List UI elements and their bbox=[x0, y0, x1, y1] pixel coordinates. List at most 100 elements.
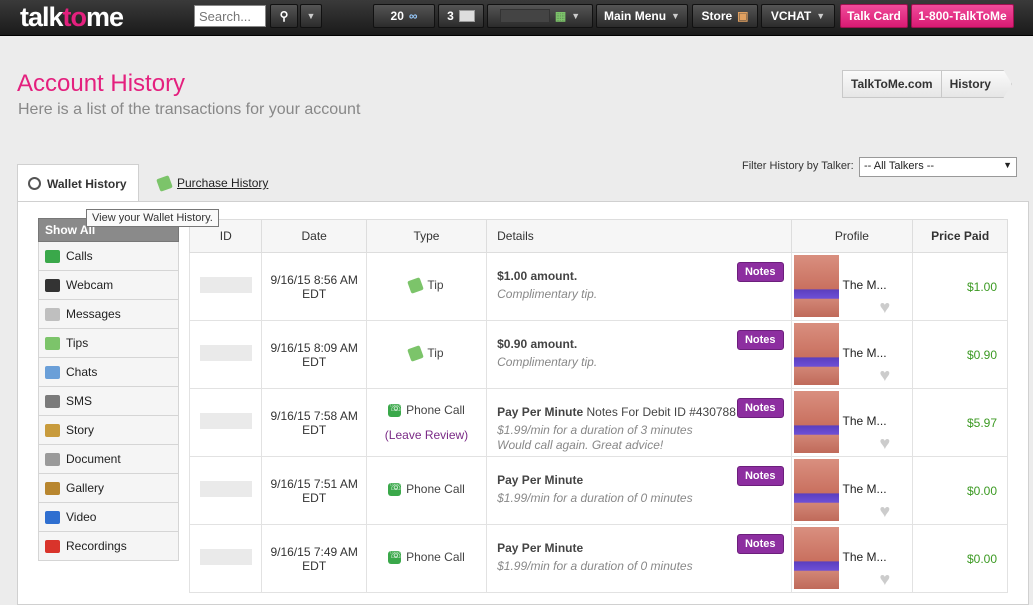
sidebar-item-calls[interactable]: Calls bbox=[38, 242, 179, 271]
tab-wallet-label: Wallet History bbox=[47, 176, 127, 191]
sidebar-item-tips[interactable]: Tips bbox=[38, 329, 179, 358]
envelope-icon bbox=[45, 307, 60, 321]
profile-name[interactable]: The M... bbox=[843, 278, 887, 292]
profile-thumbnail[interactable] bbox=[793, 323, 839, 385]
notes-button[interactable]: Notes bbox=[736, 466, 784, 486]
sidebar-item-story[interactable]: Story bbox=[38, 416, 179, 445]
breadcrumb-home[interactable]: TalkToMe.com bbox=[842, 70, 942, 98]
sidebar-item-chats[interactable]: Chats bbox=[38, 358, 179, 387]
price-paid: $0.90 bbox=[966, 347, 997, 362]
detail-title-extra: Notes For Debit ID #430788 bbox=[583, 405, 736, 419]
heart-icon[interactable]: ♥ bbox=[880, 297, 891, 318]
details-cell: Pay Per Minute $1.99/min for a duration o… bbox=[486, 524, 792, 593]
vchat-button[interactable]: VCHAT ▼ bbox=[761, 4, 835, 28]
profile-cell: The M... ♥ bbox=[790, 456, 914, 525]
document-icon bbox=[45, 452, 60, 466]
tab-purchase-label: Purchase History bbox=[177, 176, 269, 190]
sidebar-item-label: SMS bbox=[66, 394, 93, 408]
sidebar-item-label: Video bbox=[66, 510, 97, 524]
messages-button[interactable]: 3 bbox=[438, 4, 484, 28]
table-row[interactable]: 9/16/15 7:51 AM EDT Phone Call Pay Per Min… bbox=[188, 456, 1008, 525]
heart-icon[interactable]: ♥ bbox=[880, 365, 891, 386]
minutes-button[interactable]: 20 ∞ bbox=[373, 4, 435, 28]
minutes-icon: ∞ bbox=[408, 9, 418, 23]
account-button[interactable]: ▦ ▼ bbox=[487, 4, 593, 28]
profile-name[interactable]: The M... bbox=[843, 550, 887, 564]
column-header-date[interactable]: Date bbox=[261, 219, 367, 253]
transaction-id-redacted bbox=[199, 277, 252, 293]
history-icon bbox=[28, 177, 41, 190]
search-options-button[interactable]: ▼ bbox=[300, 4, 322, 28]
transactions-table: ID Date Type Details Profile Price Paid … bbox=[188, 219, 1008, 593]
page-title: Account History bbox=[17, 70, 186, 97]
profile-thumbnail[interactable] bbox=[793, 391, 839, 453]
tab-wallet-history[interactable]: Wallet History bbox=[17, 164, 139, 202]
search-button[interactable]: ⚲ bbox=[270, 4, 298, 28]
shopping-bag-icon: ▣ bbox=[737, 9, 749, 23]
heart-icon[interactable]: ♥ bbox=[880, 569, 891, 590]
talk-card-label: Talk Card bbox=[847, 9, 901, 23]
column-header-type[interactable]: Type bbox=[365, 219, 488, 253]
table-row[interactable]: 9/16/15 7:58 AM EDT Phone Call (Leave Revi… bbox=[188, 388, 1008, 457]
column-header-details[interactable]: Details bbox=[486, 219, 792, 253]
table-row[interactable]: 9/16/15 8:56 AM EDT Tip $1.00 amount. Compl… bbox=[188, 252, 1008, 321]
tab-purchase-history[interactable]: Purchase History bbox=[156, 164, 269, 202]
details-cell: $0.90 amount. Complimentary tip. Notes bbox=[486, 320, 792, 389]
sidebar-item-webcam[interactable]: Webcam bbox=[38, 271, 179, 300]
table-row[interactable]: 9/16/15 7:49 AM EDT Phone Call Pay Per Min… bbox=[188, 524, 1008, 593]
profile-name[interactable]: The M... bbox=[843, 346, 887, 360]
sidebar-item-video[interactable]: Video bbox=[38, 503, 179, 532]
chevron-down-icon: ▼ bbox=[306, 11, 316, 21]
talk-card-button[interactable]: Talk Card bbox=[840, 4, 908, 28]
price-paid: $0.00 bbox=[966, 483, 997, 498]
phone-icon bbox=[45, 249, 60, 263]
column-header-profile[interactable]: Profile bbox=[790, 219, 914, 253]
search-input[interactable] bbox=[194, 5, 266, 27]
notes-button[interactable]: Notes bbox=[736, 262, 784, 282]
detail-note: Would call again. Great advice! bbox=[497, 438, 664, 452]
transaction-type: Tip bbox=[427, 278, 444, 293]
profile-thumbnail[interactable] bbox=[793, 255, 839, 317]
heart-icon[interactable]: ♥ bbox=[880, 433, 891, 454]
vchat-label: VCHAT bbox=[770, 9, 812, 23]
main-menu-button[interactable]: Main Menu ▼ bbox=[596, 4, 688, 28]
store-button[interactable]: Store ▣ bbox=[692, 4, 758, 28]
heart-icon[interactable]: ♥ bbox=[880, 501, 891, 522]
notes-button[interactable]: Notes bbox=[736, 330, 784, 350]
profile-thumbnail[interactable] bbox=[793, 459, 839, 521]
sidebar-item-gallery[interactable]: Gallery bbox=[38, 474, 179, 503]
mobile-icon bbox=[45, 394, 60, 408]
webcam-icon bbox=[45, 278, 60, 292]
column-header-price[interactable]: Price Paid bbox=[912, 219, 1008, 253]
sidebar-item-label: Story bbox=[66, 423, 95, 437]
sidebar-item-document[interactable]: Document bbox=[38, 445, 179, 474]
date-cell: 9/16/15 8:09 AM EDT bbox=[261, 320, 367, 389]
site-logo[interactable]: talktome bbox=[20, 2, 124, 33]
page-subtitle: Here is a list of the transactions for y… bbox=[18, 101, 361, 118]
sidebar-item-recordings[interactable]: Recordings bbox=[38, 532, 179, 561]
talker-filter-select[interactable]: -- All Talkers -- ▼ bbox=[859, 157, 1017, 177]
table-row[interactable]: 9/16/15 8:09 AM EDT Tip $0.90 amount. Compl… bbox=[188, 320, 1008, 389]
date-cell: 9/16/15 8:56 AM EDT bbox=[261, 252, 367, 321]
price-cell: $0.00 bbox=[912, 524, 1008, 593]
phone-number-button[interactable]: 1-800-TalkToMe bbox=[911, 4, 1014, 28]
transaction-date: 9/16/15 8:56 AM EDT bbox=[270, 272, 358, 301]
sidebar-item-messages[interactable]: Messages bbox=[38, 300, 179, 329]
price-paid: $1.00 bbox=[966, 279, 997, 294]
notes-button[interactable]: Notes bbox=[736, 534, 784, 554]
transaction-date: 9/16/15 7:58 AM EDT bbox=[270, 408, 358, 437]
profile-thumbnail[interactable] bbox=[793, 527, 839, 589]
phone-icon bbox=[388, 480, 403, 496]
transaction-id-redacted bbox=[199, 345, 252, 361]
chevron-down-icon: ▼ bbox=[816, 11, 826, 21]
sidebar-item-label: Document bbox=[66, 452, 121, 466]
profile-cell: The M... ♥ bbox=[790, 252, 914, 321]
leave-review-link[interactable]: (Leave Review) bbox=[367, 428, 486, 442]
sidebar-item-sms[interactable]: SMS bbox=[38, 387, 179, 416]
wallet-history-tooltip: View your Wallet History. bbox=[86, 209, 219, 227]
notes-button[interactable]: Notes bbox=[736, 398, 784, 418]
profile-name[interactable]: The M... bbox=[843, 414, 887, 428]
detail-title: $0.90 amount. bbox=[497, 337, 578, 351]
profile-name[interactable]: The M... bbox=[843, 482, 887, 496]
sidebar-item-label: Calls bbox=[66, 249, 93, 263]
